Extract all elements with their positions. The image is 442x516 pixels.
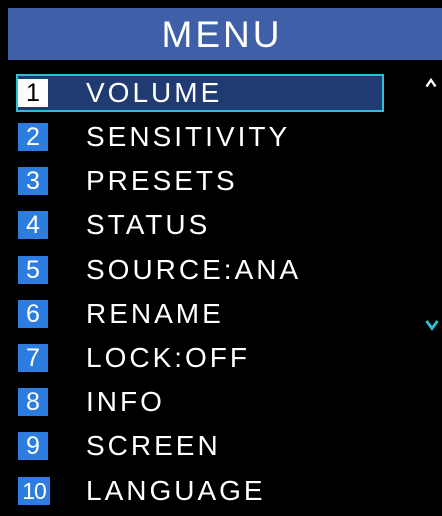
menu-item-number: 6	[18, 300, 48, 328]
menu-item-label: PRESETS	[86, 165, 238, 196]
menu-item-source[interactable]: 5 SOURCE:ANA	[16, 251, 384, 289]
menu-item-label: RENAME	[86, 298, 224, 329]
menu-item-number: 9	[18, 432, 48, 460]
menu-item-screen[interactable]: 9 SCREEN	[16, 427, 384, 465]
menu-item-label: LANGUAGE	[86, 475, 266, 506]
menu-item-status[interactable]: 4 STATUS	[16, 206, 384, 244]
menu-list: 1 VOLUME 2 SENSITIVITY 3 PRESETS 4 STATU…	[0, 0, 442, 516]
menu-item-label: SCREEN	[86, 430, 221, 461]
menu-item-number: 7	[18, 344, 48, 372]
menu-item-number: 3	[18, 167, 48, 195]
menu-item-label: LOCK:OFF	[86, 342, 251, 373]
menu-item-number: 5	[18, 256, 48, 284]
chevron-up-icon[interactable]	[425, 78, 437, 88]
menu-item-sensitivity[interactable]: 2 SENSITIVITY	[16, 118, 384, 156]
chevron-down-icon[interactable]	[425, 319, 439, 331]
menu-screen: MENU 1 VOLUME 2 SENSITIVITY 3 PRESETS 4 …	[0, 0, 442, 516]
menu-item-lock[interactable]: 7 LOCK:OFF	[16, 339, 384, 377]
menu-item-number: 2	[18, 123, 48, 151]
menu-item-language[interactable]: 10 LANGUAGE	[16, 472, 384, 510]
menu-item-number: 1	[18, 79, 48, 107]
menu-item-number: 4	[18, 211, 48, 239]
menu-item-number: 10	[18, 477, 50, 505]
menu-item-label: SOURCE:ANA	[86, 254, 302, 285]
menu-item-info[interactable]: 8 INFO	[16, 383, 384, 421]
menu-item-rename[interactable]: 6 RENAME	[16, 295, 384, 333]
menu-item-volume[interactable]: 1 VOLUME	[16, 74, 384, 112]
menu-item-presets[interactable]: 3 PRESETS	[16, 162, 384, 200]
menu-item-label: SENSITIVITY	[86, 121, 291, 152]
menu-item-label: STATUS	[86, 209, 211, 240]
menu-item-number: 8	[18, 388, 48, 416]
menu-item-label: INFO	[86, 386, 165, 417]
menu-item-label: VOLUME	[86, 77, 223, 108]
